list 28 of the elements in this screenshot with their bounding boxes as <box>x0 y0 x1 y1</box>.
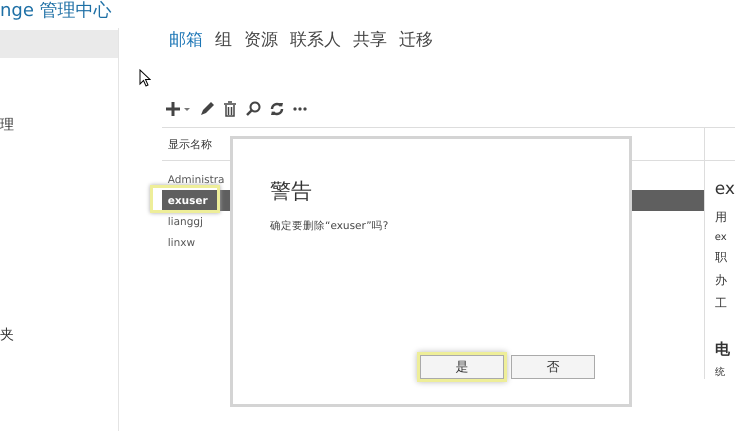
sidebar-item[interactable]: 理 <box>0 115 118 135</box>
detail-text: 统 <box>714 366 726 379</box>
detail-text: 职 <box>714 249 728 266</box>
dialog-button[interactable]: 否 <box>511 355 595 379</box>
detail-text: 用 <box>714 209 728 226</box>
dialog-title: 警告 <box>270 178 313 205</box>
dialog-button[interactable]: 是 <box>420 355 504 379</box>
pencil-icon[interactable] <box>198 101 215 117</box>
add-icon[interactable] <box>164 101 191 117</box>
nav-tab[interactable]: 资源 <box>244 28 278 51</box>
detail-title: ex <box>714 179 735 199</box>
detail-text: ex <box>714 232 728 243</box>
app-title: nge 管理中心 <box>0 0 113 23</box>
refresh-icon[interactable] <box>268 101 285 117</box>
nav-tab[interactable]: 组 <box>214 28 232 51</box>
detail-text: 电 <box>714 340 731 359</box>
detail-text: 办 <box>714 272 728 289</box>
cursor-icon <box>139 69 151 87</box>
delete-icon[interactable] <box>222 101 237 117</box>
nav-tab[interactable]: 迁移 <box>398 28 433 51</box>
search-icon[interactable] <box>244 101 261 117</box>
detail-text: 工 <box>714 295 728 312</box>
nav-tab[interactable]: 邮箱 <box>168 28 203 51</box>
nav-tab[interactable]: 联系人 <box>290 28 341 51</box>
sidebar-item[interactable]: 夹 <box>0 325 118 345</box>
dialog-message: 确定要删除“exuser”吗? <box>270 219 390 233</box>
more-icon[interactable] <box>292 107 307 111</box>
nav-tab[interactable]: 共享 <box>352 28 387 51</box>
